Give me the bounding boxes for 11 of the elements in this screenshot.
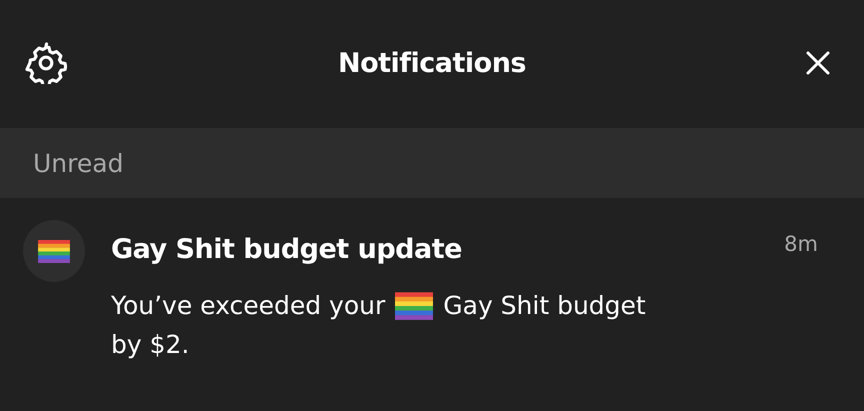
rainbow-flag-icon [395,292,434,320]
message-text: You’ve exceeded your [111,291,386,320]
notification-title: Gay Shit budget update [111,234,462,265]
header-title: Notifications [338,48,526,78]
rainbow-flag-icon [38,240,70,262]
message-text: by $2. [111,330,190,359]
settings-button[interactable] [24,41,68,85]
timestamp: 8m [784,232,818,256]
message-text: Gay Shit budget [443,291,646,320]
section-title: Unread [33,148,124,178]
settings-icon [25,42,67,84]
